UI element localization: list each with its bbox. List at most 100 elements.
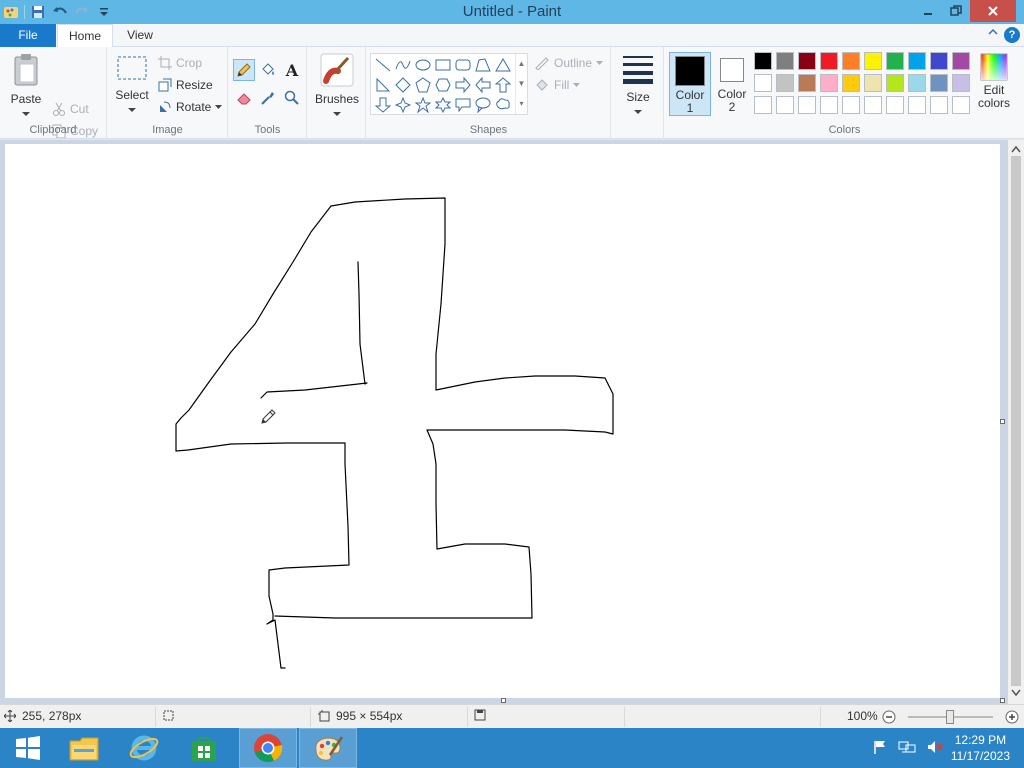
six-point-star-shape-icon[interactable] (433, 95, 453, 115)
internet-explorer-taskbar-item[interactable] (116, 728, 172, 768)
five-point-star-shape-icon[interactable] (413, 95, 433, 115)
palette-swatch[interactable] (776, 74, 794, 92)
palette-swatch[interactable] (798, 52, 816, 70)
zoom-slider-thumb[interactable] (946, 710, 954, 724)
pencil-tool-button[interactable] (233, 59, 255, 81)
palette-swatch[interactable] (820, 96, 838, 114)
cut-button[interactable]: Cut (52, 99, 89, 119)
scroll-up-icon[interactable] (1011, 142, 1021, 156)
close-button[interactable] (970, 0, 1016, 22)
palette-swatch[interactable] (908, 74, 926, 92)
restore-button[interactable] (942, 0, 970, 22)
text-tool-button[interactable]: A (281, 59, 303, 81)
pentagon-shape-icon[interactable] (413, 75, 433, 95)
chrome-taskbar-item[interactable] (239, 728, 297, 768)
tab-home[interactable]: Home (57, 24, 113, 48)
palette-swatch[interactable] (820, 74, 838, 92)
color2-button[interactable]: Color 2 (711, 52, 753, 116)
action-center-flag-icon[interactable] (872, 739, 888, 758)
tab-view[interactable]: View (117, 24, 163, 48)
volume-muted-icon[interactable] (926, 739, 944, 758)
shapes-scroll-up-icon[interactable]: ▲ (516, 54, 527, 74)
shapes-scroll-down-icon[interactable]: ▼ (516, 74, 527, 94)
triangle-shape-icon[interactable] (493, 55, 513, 75)
palette-swatch[interactable] (864, 74, 882, 92)
diamond-shape-icon[interactable] (393, 75, 413, 95)
crop-button[interactable]: Crop (158, 53, 202, 73)
palette-swatch[interactable] (776, 52, 794, 70)
select-button[interactable]: Select (114, 55, 150, 116)
zoom-in-icon[interactable] (1005, 710, 1019, 727)
up-arrow-shape-icon[interactable] (493, 75, 513, 95)
palette-swatch[interactable] (820, 52, 838, 70)
cloud-callout-shape-icon[interactable] (493, 95, 513, 115)
palette-swatch[interactable] (930, 96, 948, 114)
canvas-resize-handle-bottom[interactable] (501, 698, 506, 703)
palette-swatch[interactable] (798, 96, 816, 114)
color-picker-tool-button[interactable] (257, 87, 279, 109)
palette-swatch[interactable] (842, 74, 860, 92)
palette-swatch[interactable] (864, 96, 882, 114)
rectangle-shape-icon[interactable] (433, 55, 453, 75)
line-shape-icon[interactable] (373, 55, 393, 75)
canvas-resize-handle-corner[interactable] (1000, 698, 1005, 703)
fill-button[interactable]: Fill (534, 75, 581, 95)
palette-swatch[interactable] (930, 52, 948, 70)
palette-swatch[interactable] (886, 52, 904, 70)
oval-callout-shape-icon[interactable] (473, 95, 493, 115)
palette-swatch[interactable] (776, 96, 794, 114)
file-explorer-taskbar-item[interactable] (56, 728, 112, 768)
rounded-rectangle-shape-icon[interactable] (453, 55, 473, 75)
rotate-button[interactable]: Rotate (158, 97, 223, 117)
left-arrow-shape-icon[interactable] (473, 75, 493, 95)
shapes-expand-icon[interactable]: ▾ (516, 94, 527, 114)
edit-colors-button[interactable]: Edit colors (975, 53, 1013, 110)
curve-shape-icon[interactable] (393, 55, 413, 75)
palette-swatch[interactable] (754, 96, 772, 114)
network-icon[interactable] (898, 739, 916, 758)
fill-tool-button[interactable] (257, 59, 279, 81)
palette-swatch[interactable] (754, 52, 772, 70)
store-taskbar-item[interactable] (176, 728, 232, 768)
palette-swatch[interactable] (798, 74, 816, 92)
palette-swatch[interactable] (886, 96, 904, 114)
right-triangle-shape-icon[interactable] (373, 75, 393, 95)
collapse-ribbon-icon[interactable] (988, 27, 998, 39)
rect-callout-shape-icon[interactable] (453, 95, 473, 115)
start-button[interactable] (0, 728, 56, 768)
eraser-tool-button[interactable] (233, 87, 255, 109)
palette-swatch[interactable] (952, 74, 970, 92)
zoom-out-icon[interactable] (882, 710, 896, 727)
vertical-scrollbar[interactable] (1008, 140, 1024, 704)
palette-swatch[interactable] (952, 52, 970, 70)
tab-file[interactable]: File (0, 24, 56, 47)
clock[interactable]: 12:29 PM 11/17/2023 (951, 732, 1010, 764)
minimize-button[interactable] (914, 0, 942, 22)
scrollbar-thumb[interactable] (1011, 156, 1021, 686)
hexagon-shape-icon[interactable] (433, 75, 453, 95)
palette-swatch[interactable] (864, 52, 882, 70)
scroll-down-icon[interactable] (1011, 686, 1021, 700)
shapes-scroll[interactable]: ▲ ▼ ▾ (515, 54, 527, 114)
outline-button[interactable]: Outline (534, 53, 604, 73)
palette-swatch[interactable] (842, 96, 860, 114)
right-arrow-shape-icon[interactable] (453, 75, 473, 95)
brushes-button[interactable]: Brushes (314, 53, 360, 120)
palette-swatch[interactable] (886, 74, 904, 92)
paste-button[interactable]: Paste (6, 53, 46, 120)
palette-swatch[interactable] (842, 52, 860, 70)
color1-button[interactable]: Color 1 (669, 52, 711, 116)
polygon-shape-icon[interactable] (473, 55, 493, 75)
canvas-resize-handle-right[interactable] (1000, 419, 1005, 424)
palette-swatch[interactable] (908, 52, 926, 70)
palette-swatch[interactable] (754, 74, 772, 92)
resize-button[interactable]: Resize (158, 75, 213, 95)
oval-shape-icon[interactable] (413, 55, 433, 75)
help-icon[interactable]: ? (1004, 27, 1020, 43)
magnifier-tool-button[interactable] (281, 87, 303, 109)
paint-taskbar-item[interactable] (299, 728, 357, 768)
palette-swatch[interactable] (952, 96, 970, 114)
palette-swatch[interactable] (908, 96, 926, 114)
size-button[interactable]: Size (618, 53, 658, 118)
palette-swatch[interactable] (930, 74, 948, 92)
